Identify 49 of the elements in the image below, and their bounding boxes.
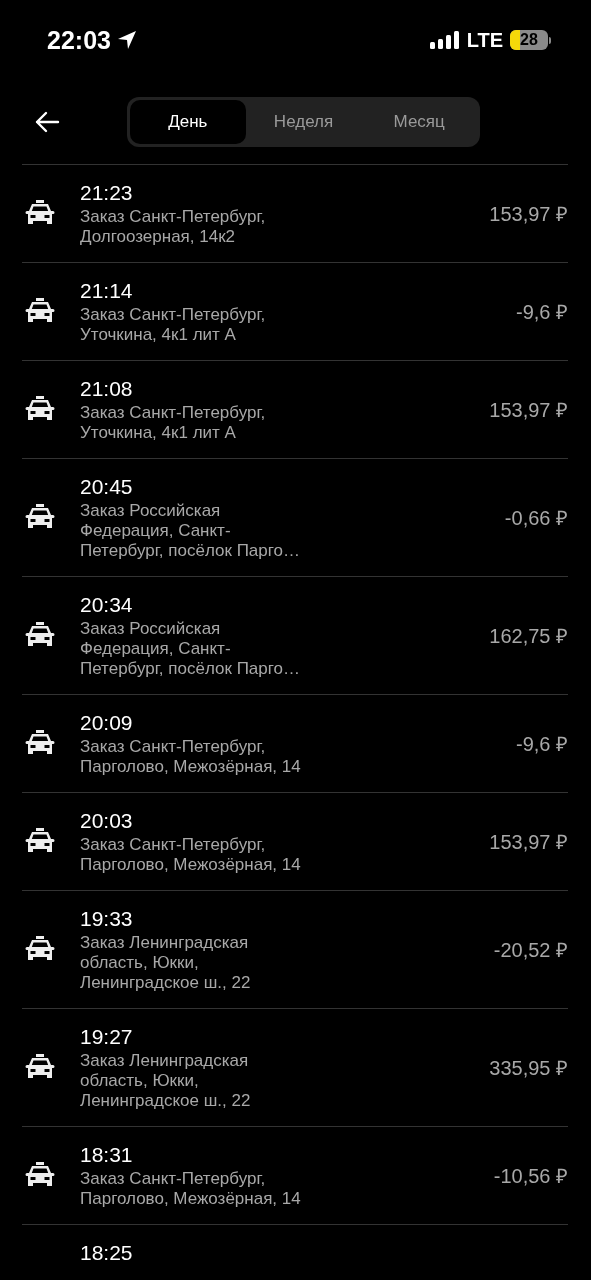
order-amount: -10,56 ₽ [493,1163,568,1189]
order-time: 20:03 [80,808,134,834]
order-time: 21:14 [80,278,134,304]
taxi-car-icon [25,936,55,962]
taxi-car-icon [25,1054,55,1080]
period-tab[interactable]: Неделя [245,100,362,144]
order-address: Заказ Санкт-Петербург, Уточкина, 4к1 лит А [80,305,267,345]
order-address: Заказ Российская Федерация, Санкт-Петербург, посёлок Парго… [80,619,302,679]
location-arrow-icon [116,30,137,50]
taxi-car-icon [25,1162,55,1188]
order-time: 19:27 [80,1024,134,1050]
order-amount: 335,95 ₽ [489,1055,568,1081]
order-time: 20:34 [80,592,134,618]
order-amount: -9,6 ₽ [515,299,568,325]
order-address: Заказ Санкт-Петербург, Уточкина, 4к1 лит А [80,403,267,443]
taxi-car-icon [25,504,55,530]
order-address: Заказ Санкт-Петербург, Долгоозерная, 14к2 [80,207,267,247]
order-amount: 153,97 ₽ [489,829,568,855]
order-time: 21:08 [80,376,134,402]
order-address: Заказ Ленинградская область, Юкки, Ленинградское ш., 22 [80,1051,252,1111]
taxi-car-icon [25,828,55,854]
order-time: 20:09 [80,710,134,736]
order-address: Заказ Российская Федерация, Санкт-Петербург, посёлок Парго… [80,501,302,561]
order-address: Заказ Санкт-Петербург, Парголово, Межозёрная, 14 [80,737,302,777]
taxi-car-icon [25,730,55,756]
order-amount: 153,97 ₽ [489,397,568,423]
order-amount: -0,66 ₽ [504,505,568,531]
order-amount: -20,52 ₽ [493,937,568,963]
network-label: LTE [466,28,503,52]
order-amount: -9,6 ₽ [515,731,568,757]
order-time: 20:45 [80,474,134,500]
order-amount: 162,75 ₽ [489,623,568,649]
order-address: Заказ Санкт-Петербург, Парголово, Межозёрная, 14 [80,1169,302,1209]
order-time: 19:33 [80,906,134,932]
period-tab[interactable]: День [130,100,246,144]
order-time: 18:25 [80,1240,134,1266]
order-time: 18:31 [80,1142,134,1168]
taxi-car-icon [25,622,55,648]
order-time: 21:23 [80,180,134,206]
order-address: Заказ Санкт-Петербург, Парголово, Межозёрная, 14 [80,835,302,875]
period-tab[interactable]: Месяц [361,100,477,144]
taxi-car-icon [25,396,55,422]
battery-icon: 28 [510,30,548,50]
signal-icon [429,31,460,49]
order-address: Заказ Ленинградская область, Юкки, Ленинградское ш., 22 [80,933,252,993]
clock-time: 22:03 [47,25,111,55]
order-amount: 153,97 ₽ [489,201,568,227]
taxi-car-icon [25,200,55,226]
taxi-car-icon [25,298,55,324]
